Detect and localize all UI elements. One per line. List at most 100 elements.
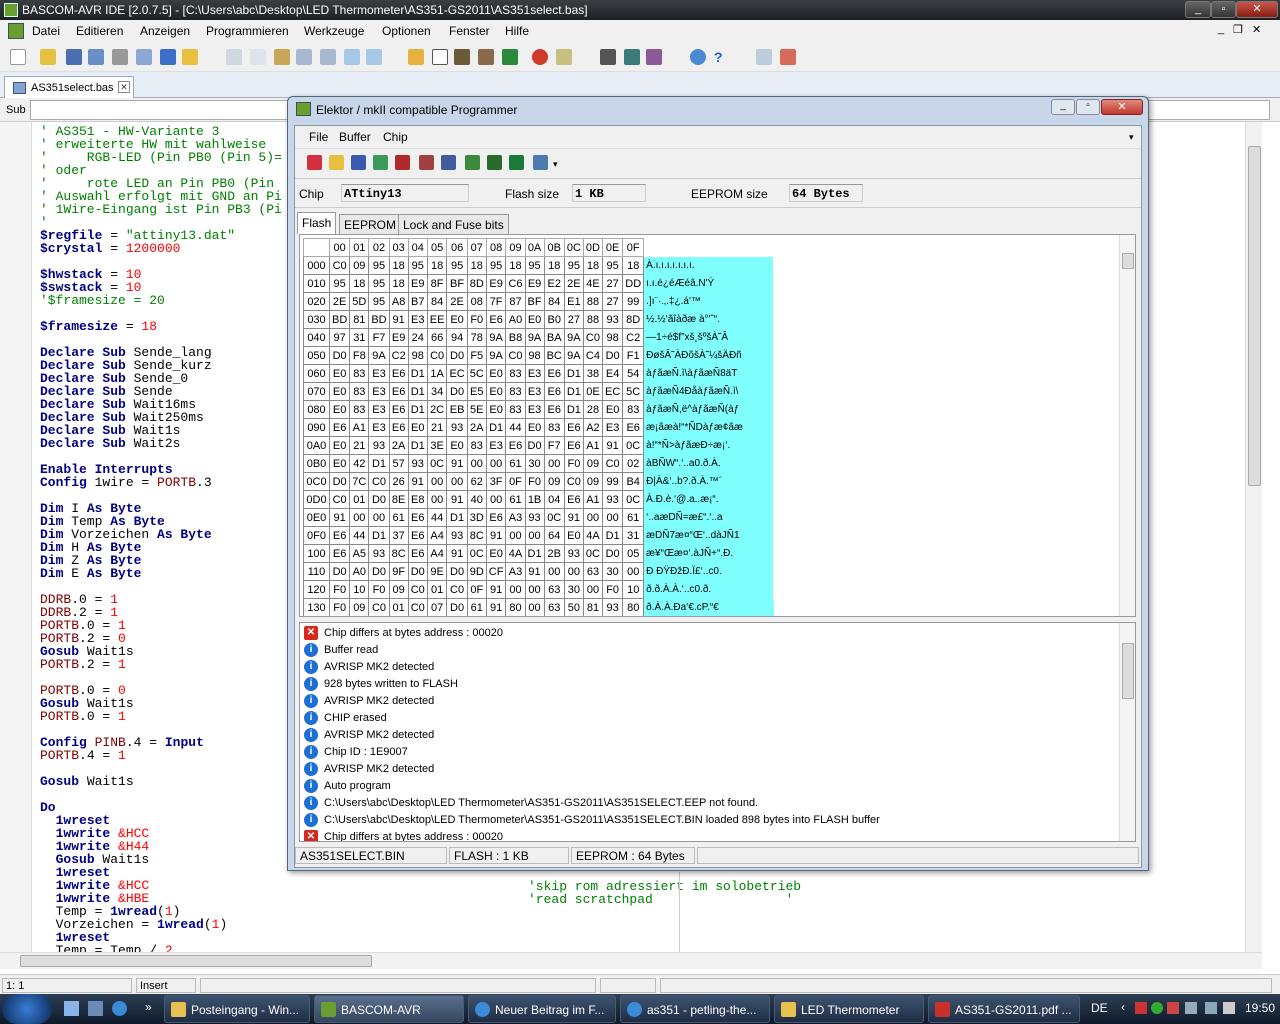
hex-byte[interactable]: 91 (485, 526, 507, 545)
tab-lock-fuse[interactable]: Lock and Fuse bits (398, 214, 509, 234)
hex-byte[interactable]: 4A (505, 544, 526, 563)
hex-byte[interactable]: 8C (466, 526, 487, 545)
hex-byte[interactable]: A8 (388, 292, 409, 311)
write-chip-icon[interactable] (395, 155, 410, 170)
hex-byte[interactable]: E0 (328, 382, 351, 401)
hex-byte[interactable]: 8F (426, 274, 448, 293)
hex-ascii[interactable]: ÐøšÂ˜ÀÐõšÀ˜¼šÄÐñ (643, 346, 774, 365)
hex-byte[interactable]: 93 (446, 526, 468, 545)
code-text[interactable]: ' AS351 - HW-Variante 3 ' erweiterte HW … (40, 125, 282, 957)
hex-byte[interactable]: 91 (328, 508, 351, 527)
hex-byte[interactable]: 91 (524, 562, 545, 581)
hex-byte[interactable]: 05 (622, 544, 645, 563)
hex-byte[interactable]: 30 (601, 562, 624, 581)
paste-icon[interactable] (274, 49, 290, 65)
hex-byte[interactable]: BC (543, 346, 565, 365)
hex-byte[interactable]: F0 (368, 580, 390, 599)
hex-byte[interactable]: 63 (543, 598, 565, 616)
hex-byte[interactable]: 09 (543, 472, 565, 491)
hex-byte[interactable]: D1 (563, 382, 584, 401)
program-chip-icon[interactable] (502, 49, 518, 65)
hex-byte[interactable]: DD (622, 274, 645, 293)
hex-byte[interactable]: 93 (446, 418, 468, 437)
hex-byte[interactable]: E0 (601, 400, 624, 419)
erase-icon[interactable] (307, 155, 322, 170)
hex-byte[interactable]: E6 (407, 526, 428, 545)
terminal-icon[interactable] (600, 49, 616, 65)
hex-byte[interactable]: B8 (505, 328, 526, 347)
hex-byte[interactable]: 81 (582, 598, 603, 616)
hex-byte[interactable]: E3 (485, 436, 507, 455)
hex-byte[interactable]: F0 (601, 580, 624, 599)
hex-byte[interactable]: 2A (388, 436, 409, 455)
hex-byte[interactable]: 9E (426, 562, 448, 581)
hex-byte[interactable]: D1 (368, 454, 390, 473)
log-scrollbar[interactable] (1119, 623, 1135, 841)
monitor-icon[interactable] (1205, 1002, 1217, 1014)
hex-byte[interactable]: 88 (582, 292, 603, 311)
hex-byte[interactable]: C0 (328, 256, 351, 275)
hex-byte[interactable]: E6 (388, 382, 409, 401)
hex-byte[interactable]: 01 (388, 598, 409, 616)
hex-byte[interactable]: 9A (485, 346, 507, 365)
hex-byte[interactable]: 09 (582, 472, 603, 491)
hex-byte[interactable]: 5E (466, 400, 487, 419)
hex-byte[interactable]: 99 (601, 472, 624, 491)
hex-byte[interactable]: 38 (582, 364, 603, 383)
hex-byte[interactable]: E6 (505, 436, 526, 455)
hex-byte[interactable]: E6 (563, 436, 584, 455)
hex-byte[interactable]: 84 (426, 292, 448, 311)
hex-byte[interactable]: A3 (505, 562, 526, 581)
hex-byte[interactable]: B0 (543, 310, 565, 329)
hex-byte[interactable]: A4 (426, 526, 448, 545)
hex-byte[interactable]: 31 (622, 526, 645, 545)
hex-byte[interactable]: 83 (505, 400, 526, 419)
hex-byte[interactable]: E0 (485, 364, 507, 383)
hex-byte[interactable]: 62 (466, 472, 487, 491)
hex-byte[interactable]: 83 (466, 436, 487, 455)
hex-ascii[interactable]: ‘..aæDÑ=æ£“.‘..a (643, 508, 774, 527)
hex-byte[interactable]: 00 (505, 526, 526, 545)
hex-byte[interactable]: 00 (426, 490, 448, 509)
hex-byte[interactable]: 61 (505, 490, 526, 509)
log-scroll-thumb[interactable] (1122, 643, 1134, 699)
hex-byte[interactable]: E3 (368, 364, 390, 383)
hex-byte[interactable]: E0 (446, 310, 468, 329)
hex-byte[interactable]: BD (368, 310, 390, 329)
hex-byte[interactable]: 00 (485, 454, 507, 473)
hex-byte[interactable]: 01 (426, 580, 448, 599)
hex-byte[interactable]: E6 (563, 490, 584, 509)
save-buffer-icon[interactable] (351, 155, 366, 170)
hex-byte[interactable]: E0 (524, 310, 545, 329)
network-icon[interactable] (1151, 1002, 1163, 1014)
hex-byte[interactable]: E9 (524, 274, 545, 293)
new-file-icon[interactable] (10, 49, 26, 65)
hex-byte[interactable]: 0C (622, 490, 645, 509)
hex-byte[interactable]: 1A (426, 364, 448, 383)
hex-byte[interactable]: 95 (485, 256, 507, 275)
hex-ascii[interactable]: À.Ð.è.‘@.a..æ¡“. (643, 490, 774, 509)
security-icon[interactable] (1167, 1002, 1179, 1014)
hex-byte[interactable]: C0 (601, 454, 624, 473)
hex-byte[interactable]: 8C (388, 544, 409, 563)
help-icon[interactable]: ? (714, 49, 730, 65)
hex-byte[interactable]: E6 (543, 364, 565, 383)
hex-byte[interactable]: 95 (407, 256, 428, 275)
hex-byte[interactable]: E9 (407, 274, 428, 293)
hex-byte[interactable]: 78 (466, 328, 487, 347)
pdf-icon[interactable] (780, 49, 796, 65)
hex-byte[interactable]: 44 (426, 508, 448, 527)
task-outlook[interactable]: Posteingang - Win... (164, 995, 310, 1023)
hex-byte[interactable]: E6 (485, 508, 507, 527)
hex-byte[interactable]: 9D (466, 562, 487, 581)
hex-byte[interactable]: 98 (601, 328, 624, 347)
hex-byte[interactable]: E3 (524, 364, 545, 383)
hex-byte[interactable]: C0 (582, 328, 603, 347)
hex-byte[interactable]: 01 (349, 490, 370, 509)
close-button[interactable]: ✕ (1236, 1, 1278, 18)
hex-byte[interactable]: 00 (582, 508, 603, 527)
hex-byte[interactable]: 93 (368, 436, 390, 455)
auto-program-icon[interactable] (487, 155, 502, 170)
hex-byte[interactable]: D0 (328, 472, 351, 491)
hex-byte[interactable]: 83 (505, 364, 526, 383)
